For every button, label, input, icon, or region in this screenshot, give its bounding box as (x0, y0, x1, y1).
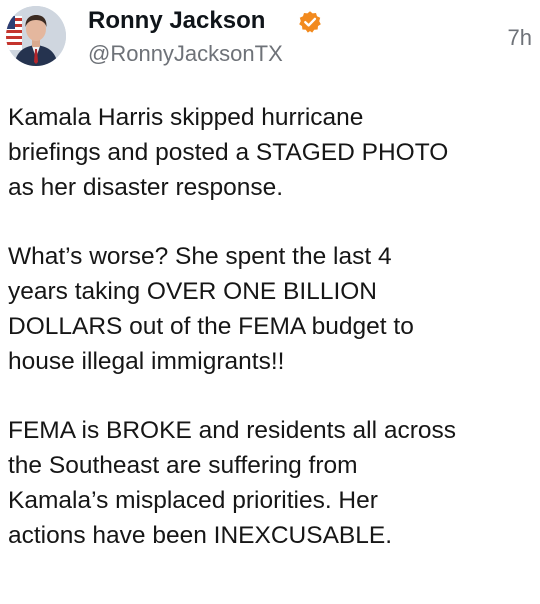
post-paragraph: Kamala Harris skipped hurricane briefing… (8, 104, 449, 201)
user-handle[interactable]: @RonnyJacksonTX (88, 40, 283, 68)
post-timestamp[interactable]: 7h (508, 24, 532, 52)
display-name[interactable]: Ronny Jackson (88, 6, 265, 36)
verified-badge-icon (298, 10, 322, 34)
profile-photo-icon (6, 6, 66, 66)
post-paragraph: What’s worse? She spent the last 4 years… (8, 243, 414, 375)
post-card: Ronny Jackson @RonnyJacksonTX 7h Kamala … (0, 0, 540, 604)
post-text: Kamala Harris skipped hurricane briefing… (8, 101, 536, 553)
avatar[interactable] (6, 6, 66, 66)
post-paragraph: FEMA is BROKE and residents all across t… (8, 417, 456, 549)
